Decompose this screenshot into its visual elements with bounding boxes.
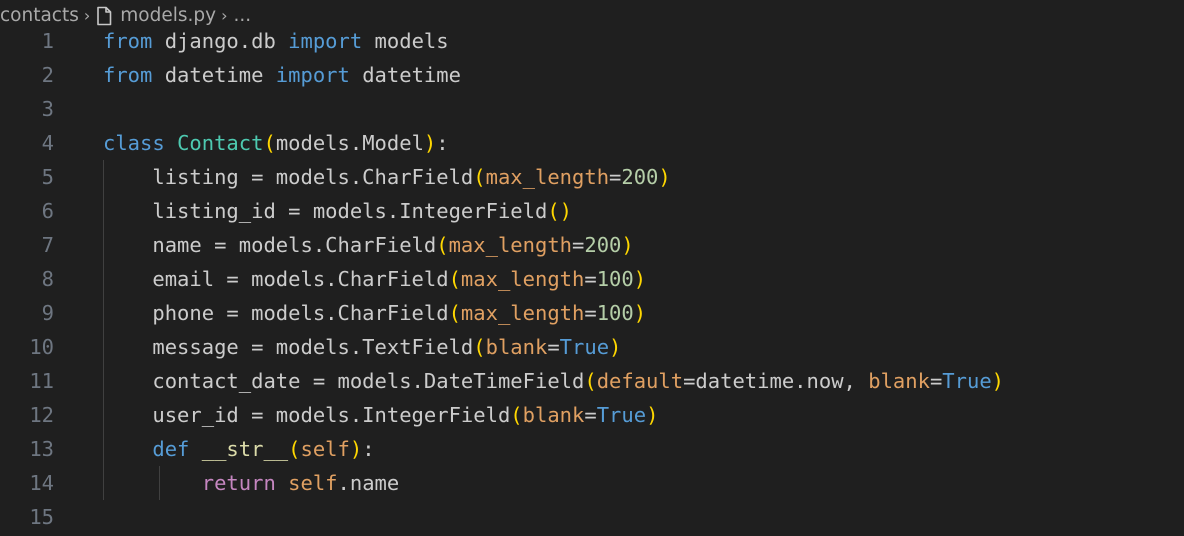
code-line[interactable]: 10 message = models.TextField(blank=True… — [0, 330, 1184, 364]
code-text: message = models.TextField(blank=True) — [103, 335, 622, 359]
code-line[interactable]: 3 — [0, 92, 1184, 126]
file-icon — [96, 6, 112, 26]
code-text: from datetime import datetime — [103, 63, 461, 87]
line-number: 3 — [41, 97, 54, 121]
breadcrumb-file[interactable]: models.py — [120, 5, 216, 26]
code-line[interactable]: 9 phone = models.CharField(max_length=10… — [0, 296, 1184, 330]
code-text: def __str__(self): — [152, 437, 375, 461]
code-line[interactable]: 14 return self.name — [0, 466, 1184, 500]
code-text: user_id = models.IntegerField(blank=True… — [103, 403, 659, 427]
line-number: 2 — [41, 63, 54, 87]
code-text: phone = models.CharField(max_length=100) — [103, 301, 647, 325]
line-number: 14 — [29, 471, 54, 495]
code-line[interactable]: 4 class Contact(models.Model): — [0, 126, 1184, 160]
code-line[interactable]: 8 email = models.CharField(max_length=10… — [0, 262, 1184, 296]
code-editor[interactable]: contacts › models.py › ... 1 from django.… — [0, 0, 1184, 536]
code-line[interactable]: 15 — [0, 500, 1184, 534]
code-line[interactable]: 5 listing = models.CharField(max_length=… — [0, 160, 1184, 194]
code-text: listing_id = models.IntegerField() — [103, 199, 573, 223]
chevron-right-icon: › — [83, 5, 91, 25]
code-line[interactable]: 11 contact_date = models.DateTimeField(d… — [0, 364, 1184, 398]
code-text: contact_date = models.DateTimeField(defa… — [103, 369, 1005, 393]
code-text: return self.name — [201, 471, 400, 495]
line-number: 1 — [41, 29, 54, 53]
line-number: 9 — [41, 301, 54, 325]
code-line[interactable]: 1 from django.db import models — [0, 24, 1184, 58]
code-text: name = models.CharField(max_length=200) — [103, 233, 634, 257]
code-text: from django.db import models — [103, 29, 449, 53]
line-number: 13 — [29, 437, 54, 461]
code-line[interactable]: 6 listing_id = models.IntegerField() — [0, 194, 1184, 228]
line-number: 7 — [41, 233, 54, 257]
code-line[interactable]: 12 user_id = models.IntegerField(blank=T… — [0, 398, 1184, 432]
line-number: 6 — [41, 199, 54, 223]
code-line[interactable]: 13 def __str__(self): — [0, 432, 1184, 466]
code-line[interactable]: 2 from datetime import datetime — [0, 58, 1184, 92]
breadcrumb-symbol[interactable]: ... — [234, 5, 252, 26]
code-area[interactable]: 1 from django.db import models 2 from datet… — [0, 24, 1184, 534]
line-number: 5 — [41, 165, 54, 189]
chevron-right-icon: › — [221, 5, 228, 25]
breadcrumb-folder[interactable]: contacts — [0, 5, 79, 26]
code-line[interactable]: 7 name = models.CharField(max_length=200… — [0, 228, 1184, 262]
line-number: 12 — [29, 403, 54, 427]
line-number: 4 — [41, 131, 54, 155]
line-number: 11 — [29, 369, 54, 393]
code-text: email = models.CharField(max_length=100) — [103, 267, 647, 291]
line-number: 10 — [29, 335, 54, 359]
line-number: 8 — [41, 267, 54, 291]
code-text: class Contact(models.Model): — [103, 131, 449, 155]
code-text: listing = models.CharField(max_length=20… — [103, 165, 671, 189]
line-number: 15 — [29, 505, 54, 529]
